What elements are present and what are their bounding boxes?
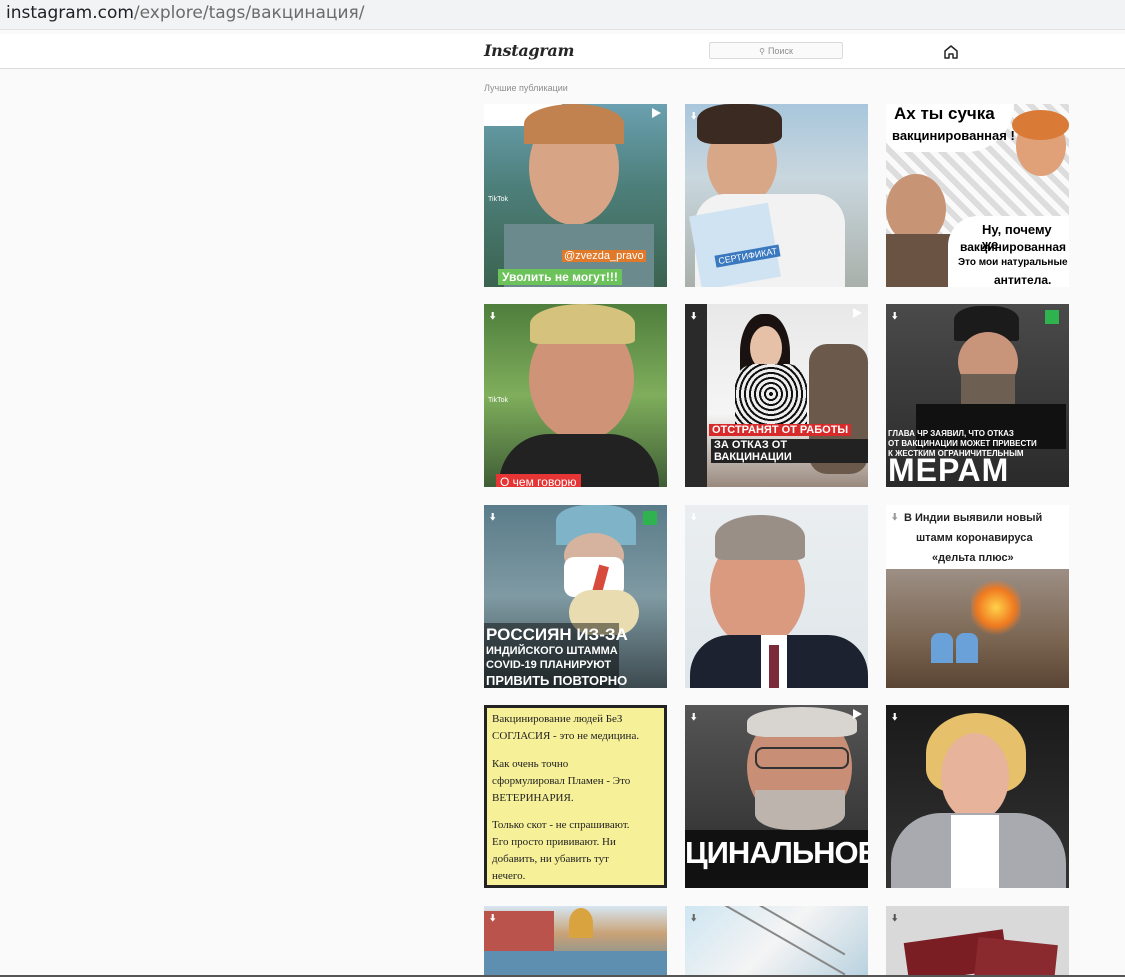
post-tile[interactable]: СЕРТИФИКАТ 🠫 [685,104,868,287]
video-icon [652,108,661,118]
post-tile[interactable]: РОССИЯН ИЗ-ЗА ИНДИЙСКОГО ШТАММА COVID-19… [484,505,667,688]
search-icon: ⚲ [759,47,765,56]
search-placeholder: Поиск [767,46,793,56]
url-path: /explore/tags/вакцинация/ [133,3,365,23]
post-caption: СОГЛАСИЯ - это не медицина. [492,730,640,742]
pin-icon: 🠫 [892,913,898,924]
post-caption: ОТСТРАНЯТ ОТ РАБОТЫ [709,424,852,436]
post-caption: «дельта плюс» [932,552,1014,564]
post-caption: вакцинированная ! [892,128,1015,143]
post-caption: РОССИЯН ИЗ-ЗА [486,625,628,644]
post-caption: МЕРАМ [888,452,1010,487]
search-input[interactable]: ⚲ Поиск [709,42,843,59]
video-icon [853,709,862,719]
instagram-logo[interactable]: Instagram [484,41,574,60]
post-caption: ЗА ОТКАЗ ОТ ВАКЦИНАЦИИ [711,439,868,463]
post-tile[interactable]: 🠫 [685,505,868,688]
post-caption: ОТ ВАКЦИНАЦИИ МОЖЕТ ПРИВЕСТИ [888,439,1037,448]
post-tile[interactable]: ОТСТРАНЯТ ОТ РАБОТЫ ЗА ОТКАЗ ОТ ВАКЦИНАЦ… [685,304,868,487]
pin-icon: 🠫 [691,512,697,523]
post-tile[interactable]: TikTok О чем говорю 🠫 [484,304,667,487]
post-caption: О чем говорю [496,474,581,487]
post-tile[interactable]: 🠫 [886,705,1069,888]
pin-icon: 🠫 [490,913,496,924]
post-caption: Как очень точно [492,758,569,770]
post-caption: Только скот - не спрашивают. [492,819,630,831]
pin-icon: 🠫 [892,712,898,723]
post-caption: ПРИВИТЬ ПОВТОРНО [486,673,628,688]
post-tile[interactable]: В Индии выявили новый штамм коронавируса… [886,505,1069,688]
person-photo [941,733,1009,821]
post-tile[interactable]: 🠫 [685,906,868,975]
pin-icon: 🠫 [490,311,496,322]
post-tile[interactable]: ГЛАВА ЧР ЗАЯВИЛ, ЧТО ОТКАЗ ОТ ВАКЦИНАЦИИ… [886,304,1069,487]
tiktok-label: TikTok [488,397,508,404]
post-caption: Это мои натуральные [958,257,1068,268]
top-navigation: Instagram ⚲ Поиск [0,34,1125,69]
home-icon[interactable] [943,44,959,60]
post-caption: В Индии выявили новый [904,512,1043,524]
post-caption: COVID-19 ПЛАНИРУЮТ [486,659,612,671]
post-caption: ГЛАВА ЧР ЗАЯВИЛ, ЧТО ОТКАЗ [888,429,1014,438]
post-tile[interactable]: Ах ты сучка вакцинированная ! Ну, почему… [886,104,1069,287]
post-tile[interactable]: TikTok @zvezda_pravo Уволить не могут!!! [484,104,667,287]
post-caption: сформулировал Пламен - Это [492,775,631,787]
post-tile[interactable]: Вакцинирование людей БеЗ СОГЛАСИЯ - это … [484,705,667,888]
video-icon [853,308,862,318]
post-caption: Вакцинирование людей БеЗ [492,713,623,725]
post-caption: ЦИНАЛЬНОЕ ЛО [685,835,868,870]
post-caption: антитела. [994,273,1052,287]
pin-icon: 🠫 [691,712,697,723]
post-caption: @zvezda_pravo [562,250,646,262]
post-caption: вакцинированная [960,240,1067,254]
url-host: instagram.com [6,3,134,23]
post-caption: ВЕТЕРИНАРИЯ. [492,792,574,804]
post-caption: штамм коронавируса [916,532,1033,544]
address-bar[interactable]: instagram.com/explore/tags/вакцинация/ [0,0,1125,30]
post-caption: ИНДИЙСКОГО ШТАММА [486,645,618,657]
pin-icon: 🠫 [691,111,697,122]
pin-icon: 🠫 [691,913,697,924]
pin-icon: 🠫 [892,311,898,322]
post-caption: Уволить не могут!!! [498,269,622,285]
post-tile[interactable]: ЦИНАЛЬНОЕ ЛО 🠫 [685,705,868,888]
pin-icon: 🠫 [490,512,496,523]
section-title: Лучшие публикации [484,83,568,93]
pin-icon: 🠫 [892,512,898,523]
post-caption: Ах ты сучка [894,104,995,123]
pin-icon: 🠫 [691,311,697,322]
post-caption: добавить, ни убавить тут [492,853,609,865]
post-caption: Его просто прививают. Ни [492,836,616,848]
post-caption: нечего. [492,870,526,882]
tiktok-label: TikTok [488,196,508,203]
post-tile[interactable]: 🠫 [886,906,1069,975]
post-tile[interactable]: 🠫 [484,906,667,975]
